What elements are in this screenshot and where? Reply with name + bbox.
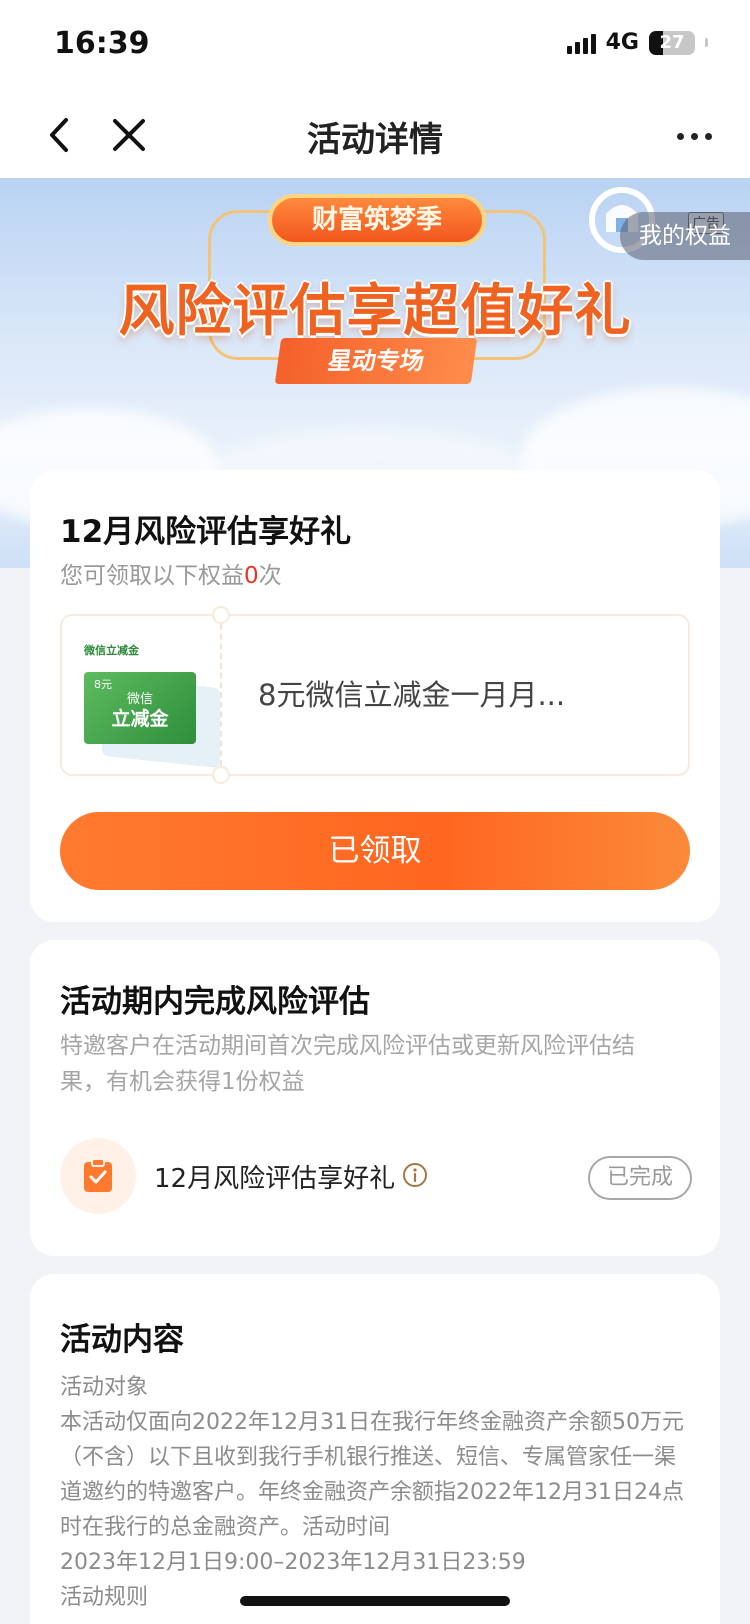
content-activity-time: 2023年12月1日9:00–2023年12月31日23:59 (60, 1550, 526, 1575)
activity-content-body: 活动对象 本活动仅面向2022年12月31日在我行年终金融资产余额50万元（不含… (60, 1370, 690, 1615)
battery-level: 27 (659, 32, 685, 53)
content-audience-text: 本活动仅面向2022年12月31日在我行年终金融资产余额50万元（不含）以下且收… (60, 1410, 684, 1540)
reward-remaining-text: 您可领取以下权益0次 (60, 556, 282, 590)
coupon-divider (220, 624, 222, 766)
task-icon-wrapper (60, 1138, 136, 1214)
chevron-left-icon (50, 118, 68, 152)
my-benefits-button[interactable]: 我的权益 (620, 212, 750, 260)
task-name: 12月风险评估享好礼 (154, 1164, 396, 1194)
more-options-button[interactable] (666, 114, 722, 158)
task-section-title: 活动期内完成风险评估 (60, 984, 370, 1020)
banner-season-label: 财富筑梦季 (268, 194, 486, 246)
signal-icon (566, 32, 596, 54)
coupon-image: 8元 微信 立减金 (84, 672, 196, 744)
battery-tip (705, 38, 708, 47)
claimed-button[interactable]: 已领取 (60, 812, 690, 890)
task-status-button[interactable]: 已完成 (588, 1156, 692, 1200)
remaining-suffix: 次 (258, 563, 282, 589)
content-heading-audience: 活动对象 (60, 1375, 149, 1400)
coupon-notch (212, 606, 230, 624)
clipboard-check-icon (84, 1158, 112, 1192)
coupon-type-label: 微信立减金 (84, 644, 139, 657)
coupon-item[interactable]: 微信立减金 8元 微信 立减金 8元微信立减金一月月... (60, 606, 690, 784)
remaining-count: 0 (244, 563, 259, 589)
network-type: 4G (605, 30, 639, 55)
more-dot-icon (690, 132, 698, 140)
task-description: 特邀客户在活动期间首次完成风险评估或更新风险评估结果，有机会获得1份权益 (60, 1033, 635, 1095)
banner-ribbon: 星动专场 (274, 338, 478, 384)
coupon-card-main: 立减金 (111, 708, 169, 730)
activity-content-title: 活动内容 (60, 1322, 184, 1358)
close-button[interactable] (104, 110, 154, 160)
info-icon[interactable] (402, 1162, 428, 1188)
remaining-prefix: 您可领取以下权益 (60, 563, 244, 589)
activity-content-card: 活动内容 活动对象 本活动仅面向2022年12月31日在我行年终金融资产余额50… (30, 1274, 720, 1624)
status-time: 16:39 (54, 26, 150, 61)
banner-headline: 风险评估享超值好礼 (118, 279, 632, 344)
battery-icon: 27 (649, 30, 695, 55)
coupon-notch (212, 766, 230, 784)
task-card: 活动期内完成风险评估 特邀客户在活动期间首次完成风险评估或更新风险评估结果，有机… (30, 940, 720, 1256)
reward-title: 12月风险评估享好礼 (60, 514, 352, 550)
status-bar: 16:39 4G 27 (0, 0, 750, 92)
coupon-name: 8元微信立减金一月月... (258, 678, 566, 712)
close-icon (113, 119, 145, 151)
navigation-bar: 活动详情 (0, 92, 750, 178)
more-dot-icon (676, 132, 684, 140)
reward-card: 12月风险评估享好礼 您可领取以下权益0次 微信立减金 8元 微信 立减金 8元… (30, 470, 720, 922)
home-indicator (240, 1596, 510, 1606)
status-indicators: 4G 27 (566, 30, 708, 55)
more-dot-icon (704, 132, 712, 140)
back-button[interactable] (36, 110, 86, 160)
